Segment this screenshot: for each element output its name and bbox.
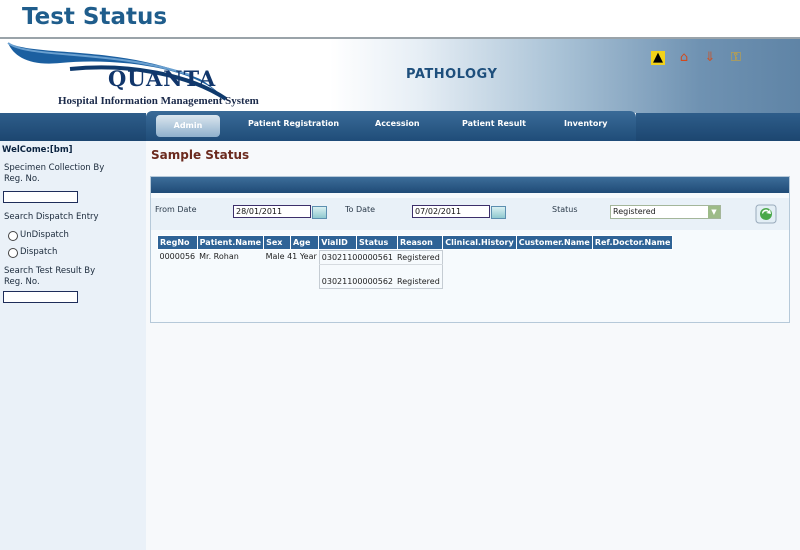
chevron-down-icon: ▼ [708,206,720,218]
refresh-icon[interactable] [755,204,777,224]
vial-row[interactable]: 03021100000562 Registered [319,264,443,289]
test-result-search-label: Search Test Result By Reg. No. [4,266,96,287]
to-date-label: To Date [345,205,376,214]
age-cell: 41 Year [287,252,317,261]
specimen-collection-label: Specimen Collection By Reg. No. [4,163,105,184]
dispatch-search-label: Search Dispatch Entry [4,212,99,222]
vial-status-cell: Registered [395,264,443,289]
section-title: Sample Status [151,148,250,162]
header-banner: QUANTA Hospital Information Management S… [0,39,800,113]
column-header: Reason [396,235,444,250]
column-header: VialID [318,235,357,250]
results-table: RegNo Patient.Name Sex Age VialID Status… [157,235,674,307]
patient-name-cell: Mr. Rohan [199,252,239,261]
dispatch-radio[interactable] [8,248,18,258]
home-icon[interactable]: ⌂ [677,51,691,65]
logo-subtitle: Hospital Information Management System [58,95,259,107]
status-select[interactable]: Registered ▼ [610,205,721,219]
sidebar: WelCome:[bm] Specimen Collection By Reg.… [0,141,146,550]
regno-cell: 0000056 [159,252,196,261]
vial-status-cell: Registered [397,253,440,262]
column-header: Customer.Name [515,235,593,250]
column-header: Sex [263,235,292,250]
nav-item-admin[interactable]: Admin [156,115,220,137]
nav-item-inventory[interactable]: Inventory [564,119,608,128]
download-icon[interactable]: ⇓ [703,51,717,65]
welcome-text: WelCome:[bm] [2,145,73,155]
column-header: Status [355,235,398,250]
up-arrow-icon[interactable]: ▲ [651,51,665,65]
column-header: Clinical.History [442,235,517,250]
nav-item-accession[interactable]: Accession [375,119,420,128]
sex-age-cell: Male 41 Year [264,250,319,307]
panel-header-bar [151,177,789,193]
specimen-regno-input[interactable] [3,191,78,203]
clinical-history-cell [443,250,516,307]
undispatch-label: UnDispatch [20,230,69,240]
page-title: Test Status [22,4,168,30]
sample-status-panel: From Date 28/01/2011 To Date 07/02/2011 … [150,176,790,323]
vial-subtable: 03021100000561 Registered 03021100000562… [318,250,443,289]
status-label: Status [552,205,578,214]
customer-name-cell [516,250,592,307]
undispatch-radio[interactable] [8,231,18,241]
status-select-value: Registered [613,207,656,216]
table-header-row: RegNo Patient.Name Sex Age VialID Status… [157,235,674,250]
column-header: Patient.Name [196,235,265,250]
column-header: Age [290,235,320,250]
key-icon[interactable]: ⚿ [729,51,743,65]
column-header: Ref.Doctor.Name [591,235,674,250]
from-date-input[interactable]: 28/01/2011 [233,205,311,218]
to-date-input[interactable]: 07/02/2011 [412,205,490,218]
nav-item-patient-registration[interactable]: Patient Registration [248,119,339,128]
calendar-icon[interactable] [312,206,327,219]
module-title: PATHOLOGY [406,67,498,82]
table-row[interactable]: 0000056 Mr. Rohan Male 41 Year 030211000… [158,250,673,307]
sex-cell: Male [265,252,285,261]
nav-bar-left [0,113,146,141]
ref-doctor-cell [592,250,673,307]
vial-row[interactable]: 03021100000561 Registered [319,251,442,265]
filter-row: From Date 28/01/2011 To Date 07/02/2011 … [151,198,789,230]
from-date-label: From Date [155,205,197,214]
vial-id-cell: 03021100000561 [321,253,394,262]
test-result-regno-input[interactable] [3,291,78,303]
column-header: RegNo [157,235,198,250]
nav-bar-right [636,113,800,141]
vial-subtable-cell: 03021100000561 Registered 03021100000562… [318,250,443,307]
dispatch-label: Dispatch [20,247,58,257]
calendar-icon[interactable] [491,206,506,219]
logo-brand: QUANTA [108,66,217,91]
vial-id-cell: 03021100000562 [319,264,396,289]
nav-item-patient-result[interactable]: Patient Result [462,119,526,128]
main-nav: Admin Patient Registration Accession Pat… [146,111,636,143]
